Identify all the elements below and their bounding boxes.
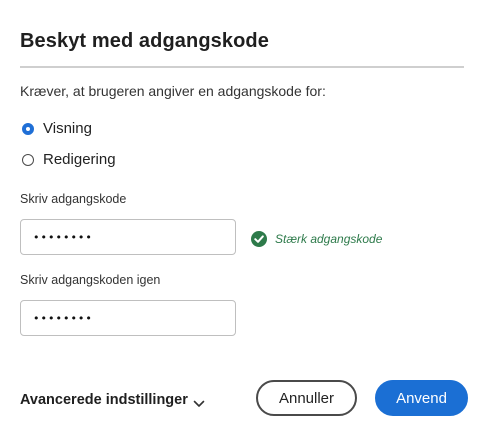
advanced-settings-toggle[interactable]: Avancerede indstillinger	[20, 392, 205, 408]
dialog-title: Beskyt med adgangskode	[20, 30, 269, 52]
dialog-description: Kræver, at brugeren angiver en adgangsko…	[20, 83, 326, 99]
password-strength-indicator: Stærk adgangskode	[251, 231, 382, 247]
cancel-button[interactable]: Annuller	[256, 380, 357, 416]
password-input[interactable]	[20, 219, 236, 255]
confirm-password-input[interactable]	[20, 300, 236, 336]
radio-button-unselected[interactable]	[22, 153, 34, 166]
radio-label-editing: Redigering	[43, 151, 116, 168]
radio-button-selected[interactable]	[22, 122, 34, 135]
password-label: Skriv adgangskode	[20, 192, 127, 206]
strength-text: Stærk adgangskode	[275, 232, 383, 246]
apply-button[interactable]: Anvend	[375, 380, 468, 416]
check-circle-icon	[251, 231, 267, 247]
chevron-down-icon	[193, 396, 205, 407]
confirm-password-label: Skriv adgangskoden igen	[20, 273, 161, 287]
radio-label-viewing: Visning	[43, 120, 92, 137]
advanced-settings-label: Avancerede indstillinger	[20, 392, 188, 408]
title-divider	[20, 66, 464, 68]
password-protect-dialog: Beskyt med adgangskode Kræver, at bruger…	[0, 0, 480, 432]
radio-option-editing[interactable]: Redigering	[22, 151, 116, 168]
radio-option-viewing[interactable]: Visning	[22, 120, 92, 137]
